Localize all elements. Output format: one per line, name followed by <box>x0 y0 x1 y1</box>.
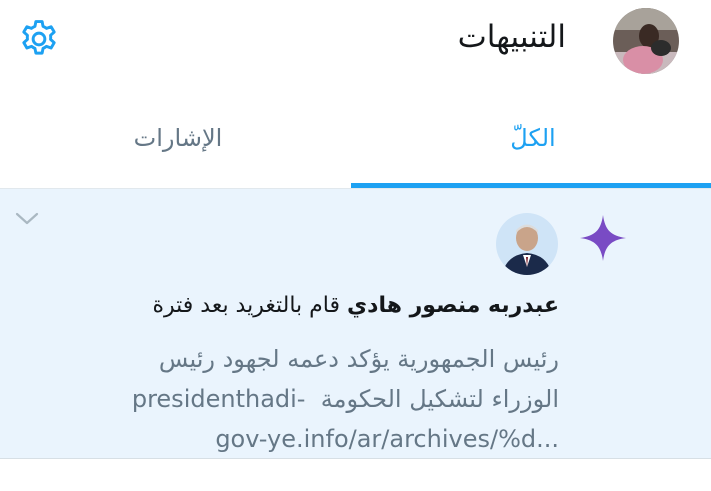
user-avatar[interactable] <box>613 8 679 74</box>
preview-url-start: presidenthadi- <box>131 385 306 413</box>
actor-name[interactable]: عبدربه منصور هادي <box>347 293 559 318</box>
notification-item[interactable]: عبدربه منصور هادي قام بالتغريد بعد فترة … <box>0 189 711 459</box>
tab-all[interactable]: الكلّ <box>355 88 711 188</box>
active-tab-indicator <box>351 183 711 188</box>
page-title: التنبيهات <box>457 19 566 55</box>
preview-line-2-arabic: الوزراء لتشكيل الحكومة <box>320 385 559 413</box>
sparkle-icon <box>578 213 628 263</box>
chevron-down-icon <box>15 212 39 225</box>
top-bar: التنبيهات <box>0 0 711 88</box>
preview-line-2: الوزراء لتشكيل الحكومة presidenthadi- <box>99 379 559 419</box>
gear-icon <box>22 20 56 55</box>
actor-avatar[interactable] <box>496 213 558 275</box>
settings-button[interactable] <box>16 16 62 62</box>
tab-mentions[interactable]: الإشارات <box>0 88 356 188</box>
action-text: قام بالتغريد بعد فترة <box>152 293 340 318</box>
more-options-button[interactable] <box>14 209 40 229</box>
preview-line-1: رئيس الجمهورية يؤكد دعمه لجهود رئيس <box>158 345 559 373</box>
preview-url-end: gov-ye.info/ar/archives/%d... <box>215 425 559 453</box>
notification-text: عبدربه منصور هادي قام بالتغريد بعد فترة <box>109 289 559 323</box>
tweet-preview: رئيس الجمهورية يؤكد دعمه لجهود رئيس الوز… <box>99 339 559 459</box>
notification-tabs: الكلّ الإشارات <box>0 88 711 189</box>
